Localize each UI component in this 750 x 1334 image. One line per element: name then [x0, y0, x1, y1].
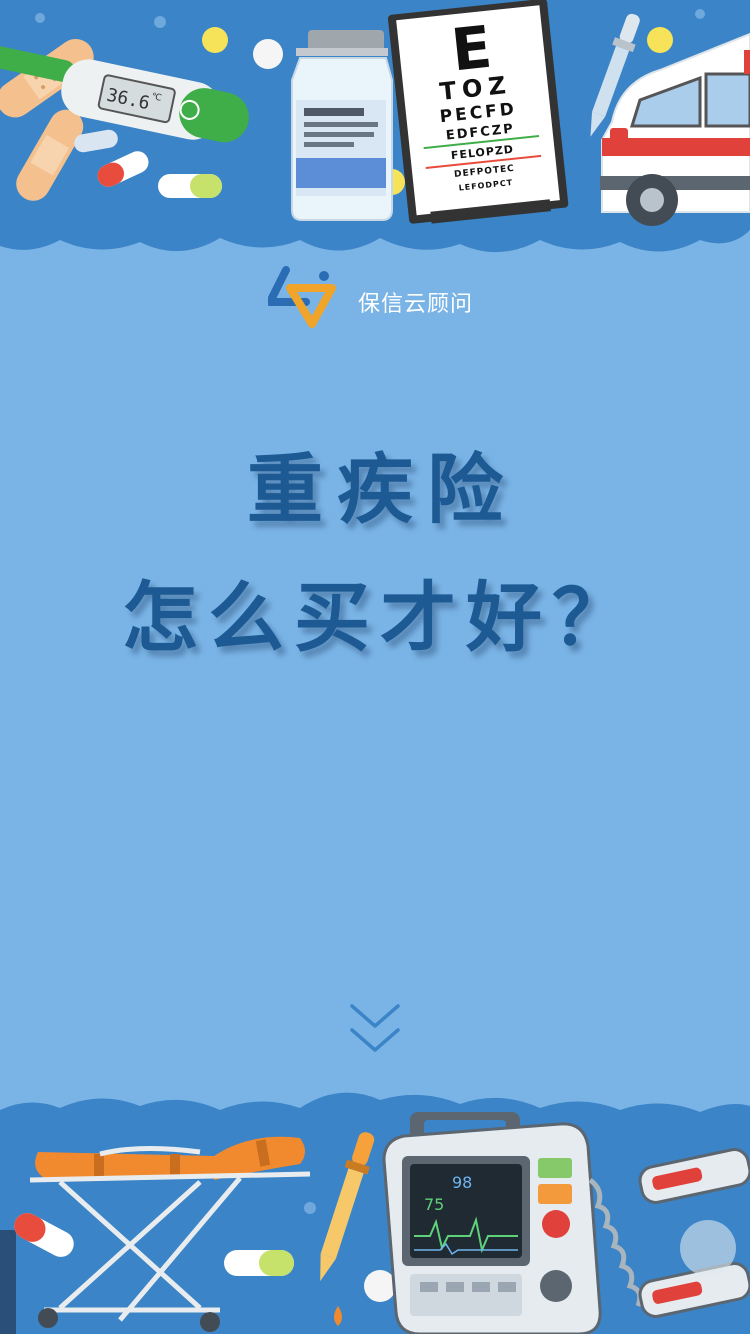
svg-text:75: 75 [424, 1195, 444, 1214]
triangle-logo-icon [268, 266, 336, 328]
medicine-bottle-icon [291, 30, 393, 221]
pill-icon [364, 1270, 396, 1302]
eye-chart-icon: E TOZ PECFD EDFCZP FELOPZD DEFPOTEC LEFO… [387, 0, 569, 224]
pill-icon [647, 27, 673, 53]
headline-line-2: 怎么买才好？ [122, 573, 638, 662]
bottom-medical-illustration: 98 75 [0, 1092, 750, 1334]
pill-icon [224, 1250, 294, 1276]
headline-line-1: 重疾险 [247, 445, 517, 534]
brand-name: 保信云顾问 [358, 292, 474, 317]
landing-page: 36.6 ℃ E TOZ PECFD EDFCZP FELOPZD DEFPOT… [0, 0, 750, 1334]
chevron-double-down-icon[interactable] [348, 1000, 402, 1058]
top-medical-illustration: 36.6 ℃ E TOZ PECFD EDFCZP FELOPZD DEFPOT… [0, 0, 750, 253]
pill-icon [202, 27, 228, 53]
defibrillator-icon: 98 75 [382, 1112, 602, 1334]
pill-icon [253, 39, 283, 69]
svg-text:℃: ℃ [150, 92, 162, 104]
brand-header: 保信云顾问 [268, 266, 508, 330]
svg-text:98: 98 [452, 1173, 472, 1192]
pill-icon [158, 174, 222, 198]
